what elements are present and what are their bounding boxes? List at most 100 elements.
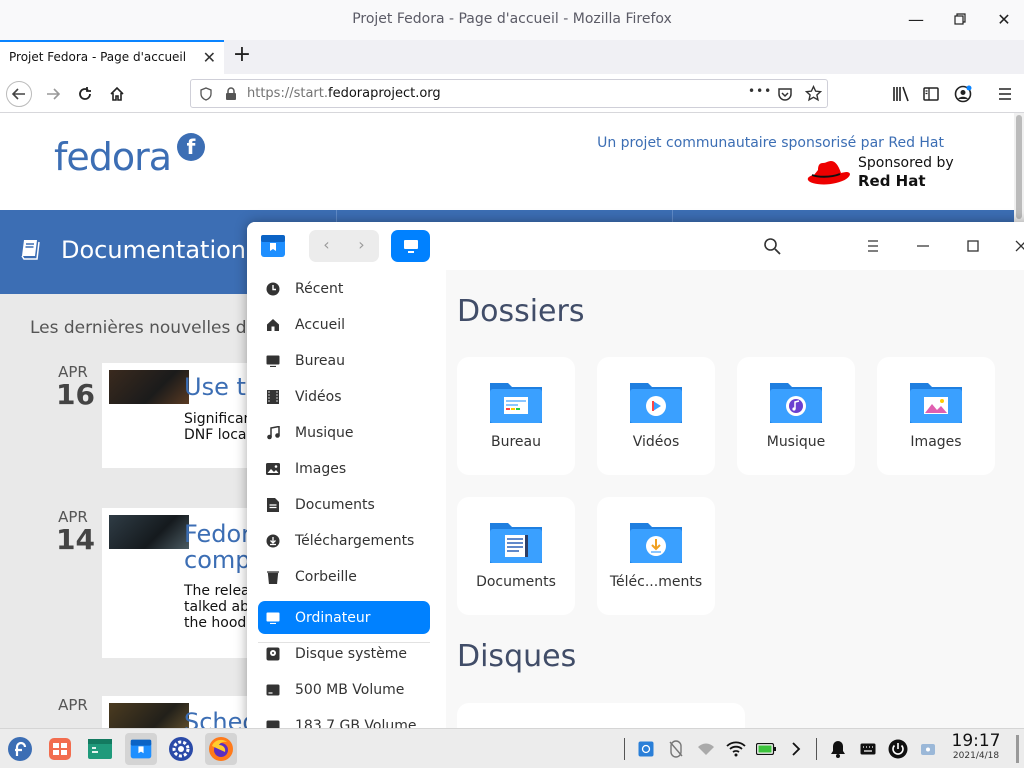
folder-label: Bureau bbox=[491, 434, 541, 450]
folder-images-icon bbox=[910, 383, 962, 423]
launcher-button[interactable] bbox=[4, 733, 36, 765]
sidebar-item-trash[interactable]: Corbeille bbox=[258, 560, 430, 593]
folder-label: Images bbox=[910, 434, 962, 450]
folder-tile-images[interactable]: Images bbox=[877, 357, 995, 475]
fedora-launcher-icon bbox=[8, 737, 32, 761]
article-thumbnail bbox=[109, 703, 189, 728]
forward-icon[interactable]: › bbox=[344, 235, 379, 254]
back-button[interactable] bbox=[6, 81, 32, 107]
reload-button[interactable] bbox=[72, 81, 98, 107]
sidebar-item-desktop[interactable]: Bureau bbox=[258, 344, 430, 377]
sidebar-item-home[interactable]: Accueil bbox=[258, 308, 430, 341]
close-button[interactable] bbox=[1009, 234, 1024, 258]
article-date: APR bbox=[58, 696, 88, 714]
account-icon bbox=[954, 85, 972, 103]
tab-fedora[interactable]: Projet Fedora - Page d'accueil ✕ bbox=[0, 40, 224, 74]
network-tray-button[interactable] bbox=[696, 739, 716, 759]
article-card[interactable]: Fedor comp The releas talked abo the hoo… bbox=[102, 508, 262, 658]
close-tab-icon[interactable]: ✕ bbox=[203, 48, 216, 67]
terminal-button[interactable] bbox=[84, 733, 116, 765]
url-bar[interactable]: https://start.fedoraproject.org ••• bbox=[190, 79, 828, 108]
bookmark-star-icon[interactable] bbox=[805, 85, 822, 102]
firefox-task[interactable] bbox=[205, 733, 237, 765]
article-excerpt: Significan bbox=[184, 411, 253, 427]
scrollbar-thumb[interactable] bbox=[1016, 115, 1022, 219]
sidebar-item-computer[interactable]: Ordinateur bbox=[258, 601, 430, 634]
session-tray-button[interactable] bbox=[918, 739, 938, 759]
sidebar-button[interactable] bbox=[918, 81, 944, 107]
sidebar-item-recent[interactable]: Récent bbox=[258, 272, 430, 305]
minimize-button[interactable]: — bbox=[904, 8, 928, 32]
keyboard-tray-button[interactable] bbox=[858, 739, 878, 759]
lock-icon bbox=[226, 87, 236, 100]
library-button[interactable] bbox=[888, 81, 914, 107]
clock[interactable]: 19:17 2021/4/18 bbox=[948, 732, 1004, 762]
menu-button[interactable] bbox=[992, 81, 1018, 107]
article-title[interactable]: comp bbox=[184, 546, 251, 574]
maximize-button[interactable] bbox=[961, 234, 985, 258]
sidebar-item-videos[interactable]: Vidéos bbox=[258, 380, 430, 413]
monitor-icon bbox=[403, 240, 418, 253]
article-card[interactable]: Use th Significan DNF local bbox=[102, 363, 262, 468]
sidebar-item-downloads[interactable]: Téléchargements bbox=[258, 524, 430, 557]
folder-tile-videos[interactable]: Vidéos bbox=[597, 357, 715, 475]
sidebar-item-system-disk[interactable]: Disque système bbox=[258, 637, 430, 670]
article-title[interactable]: Fedor bbox=[184, 520, 251, 548]
wifi-icon bbox=[726, 741, 746, 757]
folder-tile-music[interactable]: Musique bbox=[737, 357, 855, 475]
battery-tray-button[interactable] bbox=[756, 739, 776, 759]
sidebar-item-label: Accueil bbox=[295, 316, 345, 333]
notifications-button[interactable] bbox=[828, 739, 848, 759]
menu-button[interactable] bbox=[861, 234, 885, 258]
folder-tile-desktop[interactable]: Bureau bbox=[457, 357, 575, 475]
tray-expand-button[interactable] bbox=[786, 739, 806, 759]
page-actions-icon[interactable]: ••• bbox=[748, 84, 772, 98]
maximize-button[interactable] bbox=[948, 8, 972, 32]
tray-separator bbox=[816, 738, 817, 760]
home-button[interactable] bbox=[104, 81, 130, 107]
power-icon bbox=[888, 739, 908, 759]
sidebar-item-volume-500mb[interactable]: 500 MB Volume bbox=[258, 673, 430, 706]
sidebar-item-label: Documents bbox=[295, 496, 375, 513]
app-grid-button[interactable] bbox=[44, 733, 76, 765]
folder-music-icon bbox=[770, 383, 822, 423]
pocket-icon[interactable] bbox=[777, 86, 793, 102]
mouse-tray-button[interactable] bbox=[666, 739, 686, 759]
trash-icon bbox=[265, 569, 281, 585]
account-button[interactable] bbox=[950, 81, 976, 107]
folder-tile-documents[interactable]: Documents bbox=[457, 497, 575, 615]
wifi-tray-button[interactable] bbox=[726, 739, 746, 759]
sidebar-item-label: Disque système bbox=[295, 645, 408, 662]
new-tab-button[interactable]: + bbox=[230, 44, 254, 68]
folder-tile-downloads[interactable]: Téléc...ments bbox=[597, 497, 715, 615]
close-window-button[interactable]: ✕ bbox=[992, 8, 1016, 32]
music-icon bbox=[265, 425, 281, 441]
power-button[interactable] bbox=[888, 739, 908, 759]
film-icon bbox=[265, 389, 281, 405]
settings-button[interactable] bbox=[165, 733, 197, 765]
fedora-logo[interactable]: fedora bbox=[54, 135, 172, 179]
forward-button[interactable] bbox=[40, 81, 66, 107]
screenshot-tray-button[interactable] bbox=[636, 739, 656, 759]
folder-label: Musique bbox=[766, 434, 826, 450]
redhat-logo[interactable]: Sponsored by Red Hat bbox=[806, 153, 956, 193]
article-card[interactable]: Sched bbox=[102, 696, 262, 728]
sponsor-link[interactable]: Un projet communautaire sponsorisé par R… bbox=[597, 135, 944, 151]
disk-icon bbox=[265, 646, 281, 662]
sidebar-item-music[interactable]: Musique bbox=[258, 416, 430, 449]
computer-icon bbox=[265, 610, 281, 626]
documentation-title: Documentation F bbox=[61, 236, 268, 264]
back-icon[interactable]: ‹ bbox=[309, 235, 344, 254]
terminal-icon bbox=[88, 739, 112, 759]
minimize-button[interactable] bbox=[911, 234, 935, 258]
file-manager-app-icon[interactable] bbox=[259, 232, 287, 260]
sidebar-item-images[interactable]: Images bbox=[258, 452, 430, 485]
search-button[interactable] bbox=[760, 234, 784, 258]
file-manager-titlebar: ‹ › bbox=[247, 222, 1024, 270]
sidebar-item-documents[interactable]: Documents bbox=[258, 488, 430, 521]
lock-screen-icon bbox=[921, 744, 935, 755]
file-manager-task[interactable] bbox=[125, 733, 157, 765]
computer-view-button[interactable] bbox=[391, 230, 430, 262]
show-desktop-button[interactable] bbox=[1016, 735, 1019, 763]
redhat-sponsored-text: Sponsored by bbox=[858, 155, 954, 171]
